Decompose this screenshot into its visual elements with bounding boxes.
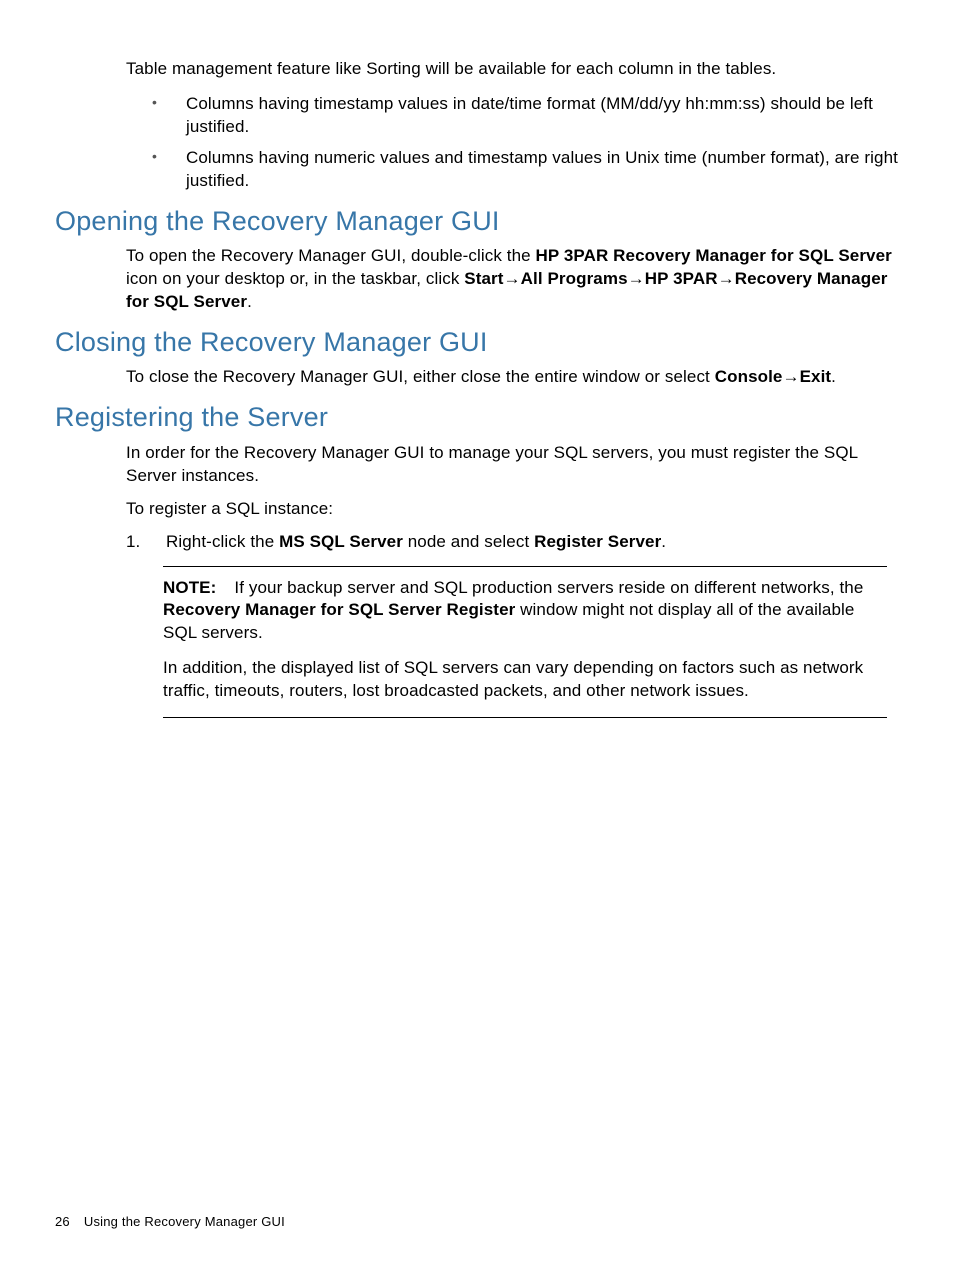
heading-closing: Closing the Recovery Manager GUI [55,324,899,360]
register-paragraph-1: In order for the Recovery Manager GUI to… [126,442,899,488]
page-number: 26 [55,1214,70,1229]
footer-title: Using the Recovery Manager GUI [84,1214,285,1229]
opening-paragraph: To open the Recovery Manager GUI, double… [126,245,899,314]
text-fragment: If your backup server and SQL production… [234,578,863,597]
step-item: 1. Right-click the MS SQL Server node an… [126,531,899,554]
text-fragment: . [831,367,836,386]
note-label: NOTE: [163,578,216,597]
note-paragraph-2: In addition, the displayed list of SQL s… [163,657,887,703]
bold-text: Start [464,269,503,288]
bold-text: All Programs [521,269,628,288]
text-fragment: node and select [403,532,534,551]
register-paragraph-2: To register a SQL instance: [126,498,899,521]
heading-opening: Opening the Recovery Manager GUI [55,203,899,239]
bold-text: HP 3PAR Recovery Manager for SQL Server [536,246,892,265]
bold-text: Register Server [534,532,661,551]
step-number: 1. [126,531,140,554]
bold-text: MS SQL Server [279,532,403,551]
bullet-item: Columns having timestamp values in date/… [162,93,899,139]
bold-text: Recovery Manager for SQL Server Register [163,600,515,619]
intro-text: Table management feature like Sorting wi… [126,58,899,81]
arrow-icon: → [718,269,735,288]
heading-registering: Registering the Server [55,399,899,435]
bullet-list: Columns having timestamp values in date/… [126,93,899,193]
arrow-icon: → [628,269,645,288]
note-paragraph-1: NOTE: If your backup server and SQL produ… [163,577,887,646]
bullet-item: Columns having numeric values and timest… [162,147,899,193]
page-footer: 26 Using the Recovery Manager GUI [55,1213,285,1231]
text-fragment: icon on your desktop or, in the taskbar,… [126,269,464,288]
text-fragment: . [661,532,666,551]
text-fragment: Right-click the [166,532,279,551]
note-box: NOTE: If your backup server and SQL produ… [163,566,887,719]
bold-text: Exit [800,367,832,386]
bold-text: HP 3PAR [645,269,718,288]
text-fragment: . [247,292,252,311]
text-fragment: To open the Recovery Manager GUI, double… [126,246,536,265]
closing-paragraph: To close the Recovery Manager GUI, eithe… [126,366,899,389]
arrow-icon: → [504,269,521,288]
bold-text: Console [715,367,783,386]
arrow-icon: → [782,367,799,386]
text-fragment: To close the Recovery Manager GUI, eithe… [126,367,715,386]
step-list: 1. Right-click the MS SQL Server node an… [126,531,899,554]
